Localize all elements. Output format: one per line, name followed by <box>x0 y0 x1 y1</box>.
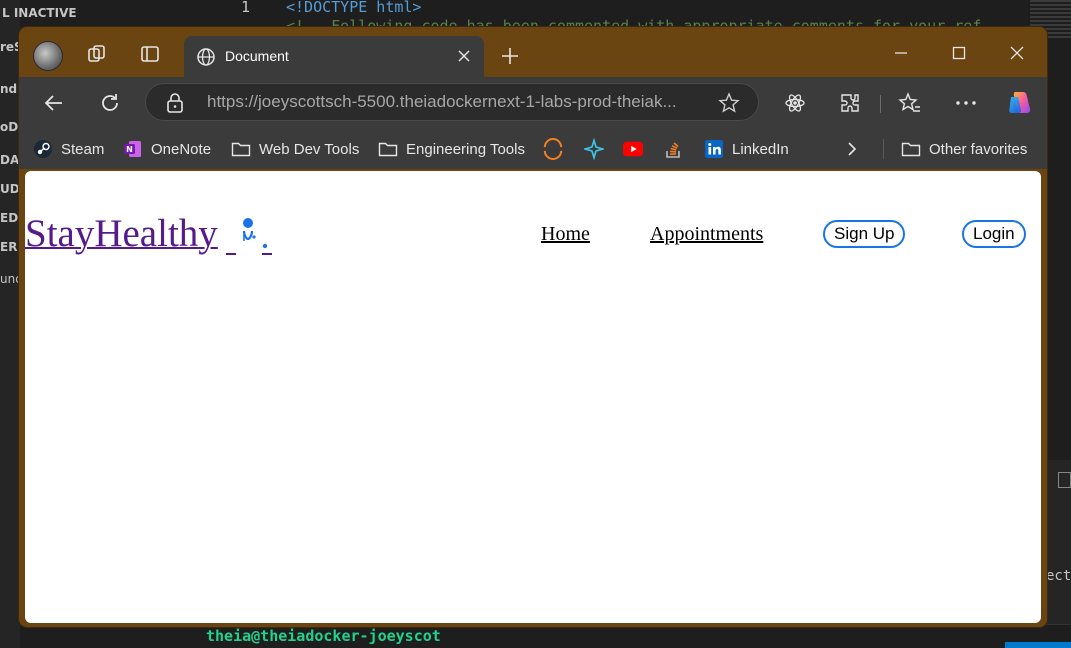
bookmark-engineering-tools[interactable]: Engineering Tools <box>378 137 525 161</box>
folder-icon <box>231 139 251 159</box>
site-logo-text: StayHealthy <box>25 212 218 255</box>
maximize-button[interactable] <box>945 41 973 65</box>
ide-status-accent <box>1005 642 1071 648</box>
title-bar: Document <box>19 27 1047 77</box>
back-button[interactable] <box>41 90 67 116</box>
ide-right-panel <box>1046 460 1071 648</box>
favorites-icon[interactable] <box>897 90 923 116</box>
bookmarks-bar: Steam N OneNote Web Dev Tools Engineerin… <box>19 129 1047 169</box>
address-bar[interactable]: https://joeyscottsch-5500.theiadockernex… <box>145 83 759 121</box>
workspaces-icon[interactable] <box>86 43 108 65</box>
browser-toolbar: https://joeyscottsch-5500.theiadockernex… <box>19 77 1047 129</box>
ide-sidebar-label: oD <box>0 120 19 134</box>
bookmark-sparkle[interactable] <box>584 137 604 161</box>
folder-icon <box>901 139 921 159</box>
ide-sidebar-label: L INACTIVE <box>2 6 77 20</box>
terminal-prompt: theia@theiadocker-joeyscot <box>206 627 441 645</box>
bookmark-web-dev-tools[interactable]: Web Dev Tools <box>231 137 359 161</box>
globe-icon <box>196 47 216 71</box>
nav-appointments-link[interactable]: Appointments <box>650 223 763 246</box>
ide-sidebar-label: UD <box>0 182 20 196</box>
stackoverflow-icon <box>664 139 684 159</box>
bookmark-onenote[interactable]: N OneNote <box>123 137 211 161</box>
bookmark-steam[interactable]: Steam <box>33 137 104 161</box>
onenote-icon: N <box>123 139 143 159</box>
lock-icon[interactable] <box>166 93 184 117</box>
ide-code-text: <!DOCTYPE html> <box>286 0 422 16</box>
refresh-button[interactable] <box>97 90 123 116</box>
new-tab-button[interactable] <box>499 45 521 67</box>
bookmark-label: Web Dev Tools <box>259 140 360 158</box>
bookmark-youtube[interactable] <box>623 137 643 161</box>
steam-icon <box>33 139 53 159</box>
nav-home-link[interactable]: Home <box>541 223 590 246</box>
bookmark-stackoverflow[interactable] <box>664 137 684 161</box>
tab-close-icon[interactable] <box>454 46 474 66</box>
svg-text:N: N <box>126 145 133 154</box>
doctor-logo-icon <box>222 216 272 256</box>
bookmark-label: Steam <box>61 140 105 158</box>
tab-actions-icon[interactable] <box>139 43 161 65</box>
page-viewport: StayHealthy Home Appointments Sign Up Lo… <box>25 171 1041 623</box>
ide-panel-button[interactable] <box>1058 472 1071 488</box>
bookmarks-overflow-chevron-icon[interactable] <box>845 137 859 161</box>
react-devtools-icon[interactable] <box>782 90 808 116</box>
close-window-button[interactable] <box>1003 41 1031 65</box>
bookmark-label: LinkedIn <box>732 140 789 158</box>
bookmark-linkedin[interactable]: LinkedIn <box>704 137 789 161</box>
youtube-icon <box>623 139 643 159</box>
bookmark-orange-arc[interactable] <box>543 137 563 161</box>
bookmarks-separator <box>883 139 884 159</box>
tab-title: Document <box>225 48 289 64</box>
bookmark-label: Other favorites <box>929 140 1028 158</box>
ide-sidebar <box>0 0 20 648</box>
bookmark-label: OneNote <box>151 140 212 158</box>
bookmark-label: Engineering Tools <box>406 140 525 158</box>
extensions-icon[interactable] <box>837 90 863 116</box>
folder-icon <box>378 139 398 159</box>
minimize-button[interactable] <box>887 41 915 65</box>
orange-arc-icon <box>543 138 563 160</box>
site-logo-link[interactable]: StayHealthy <box>25 211 272 256</box>
profile-avatar[interactable] <box>33 41 63 71</box>
sparkle-icon <box>584 138 604 160</box>
active-tab[interactable]: Document <box>184 36 484 77</box>
bookmark-other-favorites[interactable]: Other favorites <box>901 137 1027 161</box>
url-text: https://joeyscottsch-5500.theiadockernex… <box>207 92 677 111</box>
copilot-icon[interactable] <box>1005 88 1035 118</box>
toolbar-separator <box>880 95 881 113</box>
favorite-star-icon[interactable] <box>718 92 740 118</box>
ide-line-number: 1 <box>241 0 251 16</box>
linkedin-icon <box>704 139 724 159</box>
ide-sidebar-label: ER <box>0 240 18 254</box>
more-options-icon[interactable] <box>953 90 979 116</box>
login-button[interactable]: Login <box>962 220 1026 248</box>
browser-window: Document https://joeyscottsch-5500.theia… <box>19 27 1047 627</box>
ide-right-fragment: ect <box>1046 568 1071 584</box>
signup-button[interactable]: Sign Up <box>823 220 906 248</box>
ide-code-line: <!DOCTYPE html> <box>286 0 421 16</box>
